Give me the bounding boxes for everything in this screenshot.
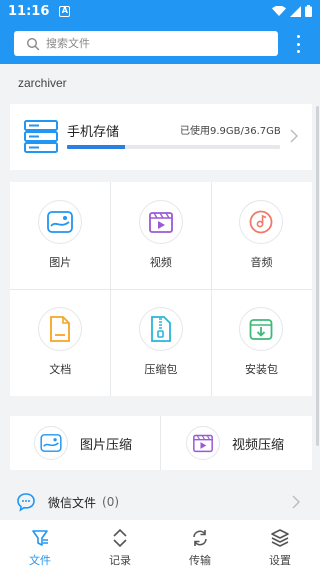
storage-name: 手机存储 — [67, 125, 120, 140]
history-icon — [113, 528, 127, 548]
battery-icon — [305, 5, 312, 17]
phone-storage-card[interactable]: 手机存储 已使用9.9GB/36.7GB — [10, 104, 312, 170]
nav-transfer[interactable]: 传输 — [160, 520, 240, 569]
document-icon — [38, 307, 83, 351]
notification-icon: A — [59, 5, 71, 17]
top-app-bar — [0, 22, 320, 64]
status-indicators — [272, 5, 312, 17]
chevron-right-icon — [292, 495, 300, 509]
category-images[interactable]: 图片 — [10, 182, 111, 289]
wechat-files-row[interactable]: 微信文件 (0) — [0, 484, 320, 520]
storage-progress-bar — [67, 145, 280, 149]
compress-divider — [160, 416, 161, 470]
category-audio[interactable]: 音频 — [211, 182, 312, 289]
nav-label: 传输 — [189, 554, 211, 567]
image-compress-icon — [34, 426, 68, 460]
image-icon — [38, 200, 83, 244]
status-bar: 11:16 A — [0, 0, 320, 22]
video-compress-button[interactable]: 视频压缩 — [186, 416, 284, 470]
compress-label: 视频压缩 — [232, 437, 285, 453]
storage-progress-fill — [67, 145, 125, 149]
chat-bubble-icon — [17, 493, 35, 512]
nav-label: 文件 — [29, 554, 51, 567]
compress-tools-card: 图片压缩 视频压缩 — [10, 416, 312, 470]
apk-icon — [239, 307, 284, 351]
category-videos[interactable]: 视频 — [111, 182, 212, 289]
nav-files[interactable]: 文件 — [0, 520, 80, 569]
wechat-files-label: 微信文件 — [48, 495, 97, 510]
nav-label: 记录 — [109, 554, 131, 567]
search-icon — [26, 37, 40, 50]
bottom-navigation: 文件 记录 传输 设置 — [0, 520, 320, 569]
scrollbar[interactable] — [316, 106, 319, 446]
video-icon — [138, 200, 183, 244]
chevron-right-icon — [290, 129, 298, 143]
image-compress-button[interactable]: 图片压缩 — [34, 416, 132, 470]
compress-label: 图片压缩 — [80, 437, 133, 453]
category-label: 音频 — [250, 256, 273, 269]
audio-icon — [239, 200, 284, 244]
files-icon — [32, 530, 48, 546]
signal-icon — [290, 5, 301, 17]
category-label: 视频 — [149, 256, 172, 269]
category-label: 压缩包 — [144, 363, 178, 376]
nav-history[interactable]: 记录 — [80, 520, 160, 569]
category-documents[interactable]: 文档 — [10, 289, 111, 396]
category-grid: 图片 视频 音频 文档 压缩包 安装包 — [10, 182, 312, 396]
settings-icon — [271, 529, 289, 547]
storage-icon — [24, 120, 58, 153]
search-input[interactable] — [46, 37, 246, 50]
category-apks[interactable]: 安装包 — [211, 289, 312, 396]
category-archives[interactable]: 压缩包 — [111, 289, 212, 396]
storage-usage-text: 已使用9.9GB/36.7GB — [180, 126, 281, 137]
search-bar[interactable] — [14, 31, 278, 56]
category-label: 图片 — [49, 256, 72, 269]
wechat-files-count: (0) — [102, 495, 120, 509]
archive-icon — [138, 307, 183, 351]
nav-label: 设置 — [269, 554, 291, 567]
video-compress-icon — [186, 426, 220, 460]
wifi-icon — [272, 5, 286, 16]
category-label: 安装包 — [244, 363, 278, 376]
status-time: 11:16 — [8, 3, 50, 19]
nav-settings[interactable]: 设置 — [240, 520, 320, 569]
section-title: zarchiver — [18, 76, 67, 90]
more-options-icon[interactable] — [292, 34, 304, 54]
category-label: 文档 — [49, 363, 72, 376]
transfer-icon — [193, 530, 207, 546]
